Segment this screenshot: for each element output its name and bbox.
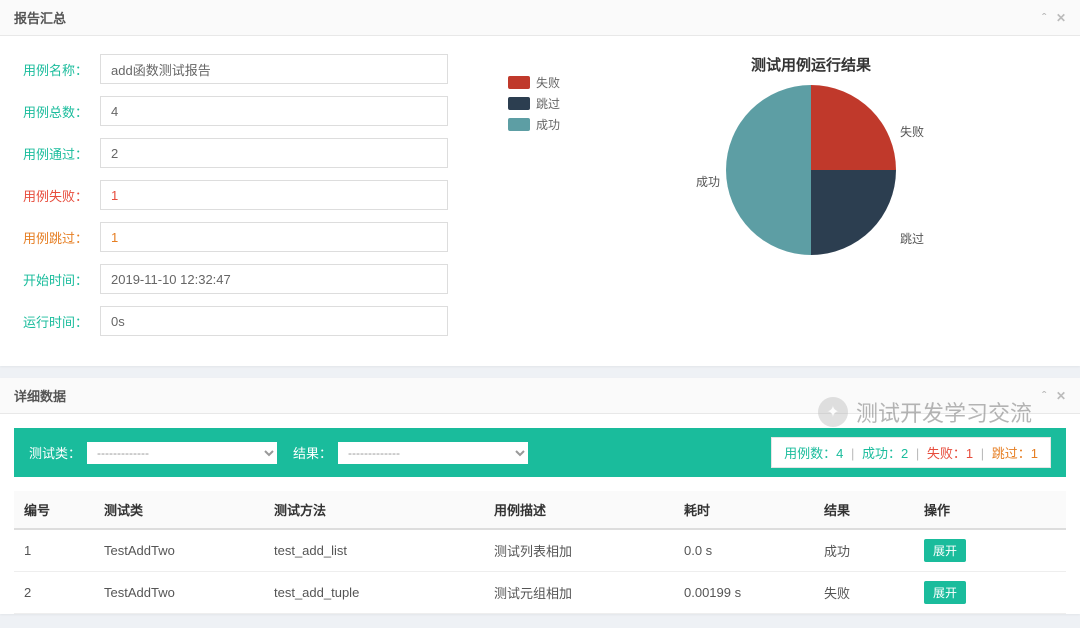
table-header-row: 编号 测试类 测试方法 用例描述 耗时 结果 操作 (14, 491, 1066, 529)
th-action[interactable]: 操作 (914, 491, 1066, 529)
table-row[interactable]: 1 TestAddTwo test_add_list 测试列表相加 0.0 s … (14, 529, 1066, 572)
filter-result-label: 结果： (293, 443, 332, 462)
filter-class-select[interactable]: ------------- (87, 442, 277, 464)
chart-legend: 失败 跳过 成功 (478, 54, 560, 348)
cell-action: 展开 (914, 529, 1066, 572)
cell-id: 1 (14, 529, 94, 572)
expand-button[interactable]: 展开 (924, 581, 966, 604)
input-case-fail[interactable] (100, 180, 448, 210)
cell-desc: 测试元组相加 (484, 572, 674, 614)
stat-pass-value: 2 (901, 446, 908, 461)
legend-pass[interactable]: 成功 (508, 116, 560, 133)
label-start-time: 开始时间： (18, 270, 88, 289)
row-case-fail: 用例失败： (18, 180, 448, 210)
th-id[interactable]: 编号 (14, 491, 94, 529)
separator: | (916, 446, 919, 461)
stats-box: 用例数：4 | 成功：2 | 失败：1 | 跳过：1 (771, 437, 1051, 468)
filter-bar: 测试类： ------------- 结果： ------------- 用例数… (14, 428, 1066, 477)
cell-time: 0.0 s (674, 529, 814, 572)
detail-panel-tools: ˆ ✕ (1042, 389, 1066, 403)
cell-action: 展开 (914, 572, 1066, 614)
legend-skip-label: 跳过 (536, 95, 560, 112)
cell-method: test_add_tuple (264, 572, 484, 614)
summary-panel: 报告汇总 ˆ ✕ 用例名称： 用例总数： 用例通过： 用例失败： (0, 0, 1080, 366)
stat-skip-value: 1 (1031, 446, 1038, 461)
separator: | (851, 446, 854, 461)
label-case-fail: 用例失败： (18, 186, 88, 205)
detail-panel-header: 详细数据 ˆ ✕ (0, 378, 1080, 414)
stat-pass-label: 成功： (862, 446, 901, 461)
filter-class-label: 测试类： (29, 443, 81, 462)
cell-result: 失败 (814, 572, 914, 614)
row-case-skip: 用例跳过： (18, 222, 448, 252)
row-run-time: 运行时间： (18, 306, 448, 336)
stat-total-label: 用例数： (784, 446, 836, 461)
separator: | (981, 446, 984, 461)
summary-body: 用例名称： 用例总数： 用例通过： 用例失败： 用例跳过： 开始时间： (0, 36, 1080, 366)
expand-button[interactable]: 展开 (924, 539, 966, 562)
label-case-name: 用例名称： (18, 60, 88, 79)
pie-label-skip: 跳过 (900, 230, 924, 247)
legend-fail[interactable]: 失败 (508, 74, 560, 91)
summary-form: 用例名称： 用例总数： 用例通过： 用例失败： 用例跳过： 开始时间： (18, 54, 448, 348)
label-run-time: 运行时间： (18, 312, 88, 331)
summary-title: 报告汇总 (14, 8, 66, 27)
row-case-total: 用例总数： (18, 96, 448, 126)
legend-fail-label: 失败 (536, 74, 560, 91)
table-row[interactable]: 2 TestAddTwo test_add_tuple 测试元组相加 0.001… (14, 572, 1066, 614)
detail-panel: 详细数据 ˆ ✕ 测试类： ------------- 结果： --------… (0, 378, 1080, 614)
stat-fail-value: 1 (966, 446, 973, 461)
input-case-skip[interactable] (100, 222, 448, 252)
swatch-fail-icon (508, 76, 530, 89)
chevron-up-icon[interactable]: ˆ (1042, 11, 1046, 25)
input-run-time[interactable] (100, 306, 448, 336)
filter-result-select[interactable]: ------------- (338, 442, 528, 464)
label-case-skip: 用例跳过： (18, 228, 88, 247)
summary-panel-header: 报告汇总 ˆ ✕ (0, 0, 1080, 36)
cell-result: 成功 (814, 529, 914, 572)
pie-wrap: 失败 跳过 成功 (716, 85, 906, 275)
panel-tools: ˆ ✕ (1042, 11, 1066, 25)
input-start-time[interactable] (100, 264, 448, 294)
legend-skip[interactable]: 跳过 (508, 95, 560, 112)
input-case-pass[interactable] (100, 138, 448, 168)
th-result[interactable]: 结果 (814, 491, 914, 529)
cell-class: TestAddTwo (94, 572, 264, 614)
stat-fail-label: 失败： (927, 446, 966, 461)
th-class[interactable]: 测试类 (94, 491, 264, 529)
row-case-name: 用例名称： (18, 54, 448, 84)
close-icon[interactable]: ✕ (1056, 11, 1066, 25)
filter-controls: 测试类： ------------- 结果： ------------- (29, 442, 528, 464)
row-start-time: 开始时间： (18, 264, 448, 294)
pie-label-pass: 成功 (696, 173, 720, 190)
swatch-pass-icon (508, 118, 530, 131)
cell-class: TestAddTwo (94, 529, 264, 572)
th-method[interactable]: 测试方法 (264, 491, 484, 529)
chart-title: 测试用例运行结果 (560, 54, 1062, 75)
summary-chart-area: 失败 跳过 成功 测试用例运行结果 失败 跳过 成功 (478, 54, 1062, 348)
stat-skip-label: 跳过： (992, 446, 1031, 461)
label-case-pass: 用例通过： (18, 144, 88, 163)
pie-label-fail: 失败 (900, 123, 924, 140)
input-case-total[interactable] (100, 96, 448, 126)
pie-chart[interactable] (726, 85, 896, 255)
stat-total-value: 4 (836, 446, 843, 461)
swatch-skip-icon (508, 97, 530, 110)
label-case-total: 用例总数： (18, 102, 88, 121)
cell-desc: 测试列表相加 (484, 529, 674, 572)
th-desc[interactable]: 用例描述 (484, 491, 674, 529)
results-table: 编号 测试类 测试方法 用例描述 耗时 结果 操作 1 TestAddTwo t… (14, 491, 1066, 614)
chart-container: 测试用例运行结果 失败 跳过 成功 ✦ 测试开发学习交流 (560, 54, 1062, 348)
th-time[interactable]: 耗时 (674, 491, 814, 529)
cell-id: 2 (14, 572, 94, 614)
input-case-name[interactable] (100, 54, 448, 84)
cell-method: test_add_list (264, 529, 484, 572)
close-icon[interactable]: ✕ (1056, 389, 1066, 403)
row-case-pass: 用例通过： (18, 138, 448, 168)
cell-time: 0.00199 s (674, 572, 814, 614)
legend-pass-label: 成功 (536, 116, 560, 133)
chevron-up-icon[interactable]: ˆ (1042, 389, 1046, 403)
detail-title: 详细数据 (14, 386, 66, 405)
